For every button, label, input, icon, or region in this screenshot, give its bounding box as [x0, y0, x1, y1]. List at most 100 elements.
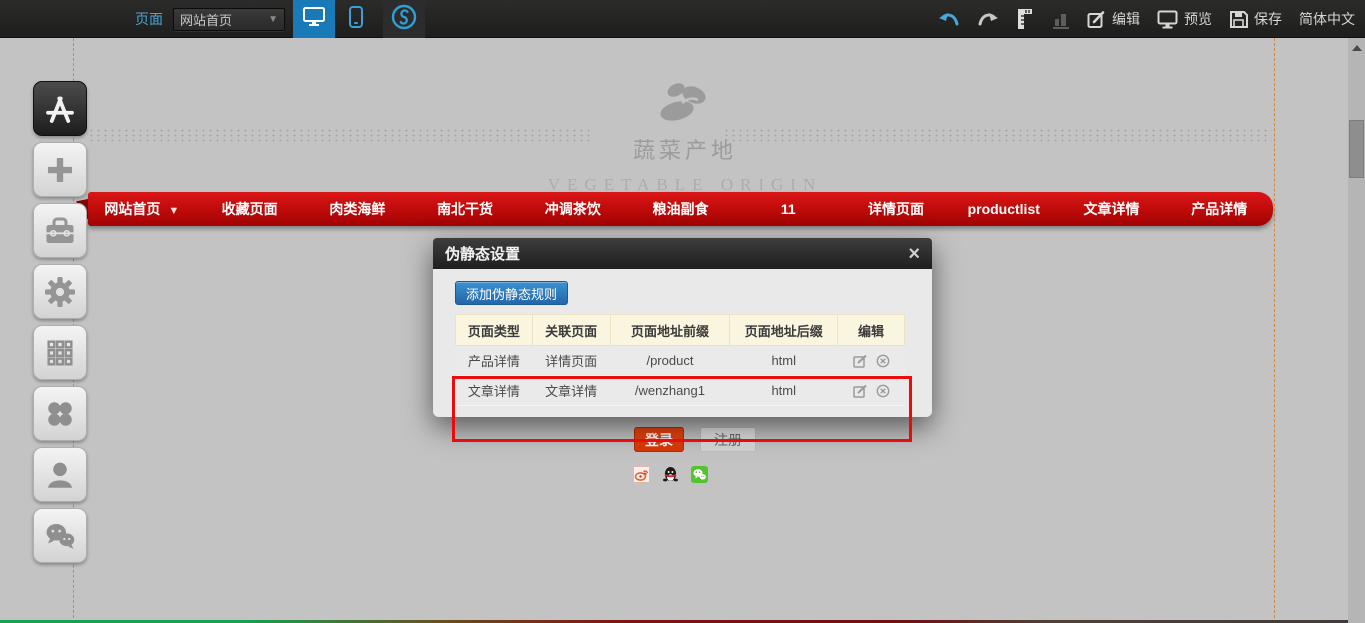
edit-row-icon[interactable]: [853, 354, 867, 368]
col-url-prefix: 页面地址前缀: [610, 315, 730, 346]
top-toolbar: 页面 网站首页 ▼: [0, 0, 1365, 38]
nav-item-product-detail[interactable]: 产品详情: [1165, 199, 1273, 219]
cell-page-type: 产品详情: [456, 346, 533, 376]
edit-icon: [1087, 10, 1106, 29]
nav-item-productlist[interactable]: productlist: [950, 201, 1058, 217]
toolbar-left-group: 页面 网站首页 ▼: [135, 0, 425, 38]
scrollbar-thumb[interactable]: [1349, 120, 1364, 178]
redo-icon: [977, 11, 998, 27]
social-login-row: [633, 466, 708, 483]
chevron-down-icon: ▼: [168, 205, 179, 217]
col-page-type: 页面类型: [456, 315, 533, 346]
sidebar-item-wechat[interactable]: [33, 508, 87, 563]
dialog-title: 伪静态设置: [445, 243, 908, 264]
page-selector-dropdown[interactable]: 网站首页 ▼: [173, 8, 285, 31]
mobile-view-button[interactable]: [335, 0, 377, 38]
dialog-body: 添加伪静态规则 页面类型 关联页面 页面地址前缀 页面地址后缀 编辑 产品详情 …: [433, 269, 932, 417]
language-switcher[interactable]: 简体中文: [1299, 9, 1355, 29]
sidebar-item-settings[interactable]: [33, 264, 87, 319]
nav-item-meat-seafood[interactable]: 肉类海鲜: [303, 199, 411, 219]
app-view-button[interactable]: [383, 0, 425, 38]
chat-bubbles-icon: [42, 520, 78, 552]
nav-item-grain-oil[interactable]: 粮油副食: [627, 199, 735, 219]
guide-line-right: [1274, 38, 1275, 623]
sidebar-item-toolbox[interactable]: [33, 203, 87, 258]
editor-sidebar: [33, 81, 87, 569]
toolbar-right-group: 编辑 预览 保存 简体中文: [939, 0, 1355, 38]
chevron-down-icon: ▼: [268, 14, 278, 25]
nav-item-favorites[interactable]: 收藏页面: [196, 199, 304, 219]
grid-icon: [43, 336, 77, 370]
nav-item-detail-page[interactable]: 详情页面: [842, 199, 950, 219]
cell-page-type: 文章详情: [456, 376, 533, 406]
undo-icon: [939, 11, 960, 27]
login-register-group: 登录 注册: [634, 427, 756, 452]
add-rule-button[interactable]: 添加伪静态规则: [455, 281, 568, 305]
edit-label: 编辑: [1112, 9, 1140, 29]
preview-button[interactable]: 预览: [1157, 9, 1212, 29]
undo-button[interactable]: [939, 11, 960, 27]
ruler-icon: [1015, 8, 1035, 30]
cell-url-prefix: /wenzhang1: [610, 376, 730, 406]
save-label: 保存: [1254, 9, 1282, 29]
register-button[interactable]: 注册: [700, 427, 756, 452]
delete-row-icon[interactable]: [876, 384, 890, 398]
stats-button[interactable]: [1052, 10, 1070, 29]
gear-icon: [42, 274, 78, 310]
table-header-row: 页面类型 关联页面 页面地址前缀 页面地址后缀 编辑: [456, 315, 905, 346]
dialog-header[interactable]: 伪静态设置 ×: [433, 238, 932, 269]
user-icon: [43, 458, 77, 492]
vertical-scrollbar[interactable]: [1348, 38, 1365, 623]
app-studio-icon: [42, 92, 78, 126]
table-row: 产品详情 详情页面 /product html: [456, 346, 905, 376]
dotted-divider-left: [88, 128, 593, 142]
vegetable-logo-icon: [653, 111, 717, 128]
wechat-icon[interactable]: [691, 466, 708, 483]
sidebar-item-add[interactable]: [33, 142, 87, 197]
weibo-icon[interactable]: [633, 466, 650, 483]
column-chart-icon: [1052, 10, 1070, 29]
app-circle-icon: [391, 4, 417, 35]
cell-linked-page: 文章详情: [532, 376, 610, 406]
plus-icon: [43, 153, 77, 187]
preview-label: 预览: [1184, 9, 1212, 29]
sidebar-item-app-studio[interactable]: [33, 81, 87, 136]
delete-row-icon[interactable]: [876, 354, 890, 368]
col-url-suffix: 页面地址后缀: [730, 315, 838, 346]
save-button[interactable]: 保存: [1229, 9, 1282, 29]
main-nav: 网站首页▼ 收藏页面 肉类海鲜 南北干货 冲调茶饮 粮油副食 11 详情页面 p…: [88, 192, 1273, 226]
ruler-button[interactable]: [1015, 8, 1035, 30]
cell-url-prefix: /product: [610, 346, 730, 376]
logo-title: 蔬菜产地: [545, 133, 825, 165]
col-linked-page: 关联页面: [532, 315, 610, 346]
close-icon[interactable]: ×: [908, 244, 920, 264]
toolbox-icon: [42, 214, 78, 248]
sidebar-item-modules[interactable]: [33, 325, 87, 380]
cell-url-suffix: html: [730, 346, 838, 376]
nav-item-dry-goods[interactable]: 南北干货: [411, 199, 519, 219]
nav-item-tea-drinks[interactable]: 冲调茶饮: [519, 199, 627, 219]
qq-icon[interactable]: [662, 466, 679, 483]
table-row: 文章详情 文章详情 /wenzhang1 html: [456, 376, 905, 406]
language-label: 简体中文: [1299, 9, 1355, 29]
redo-button[interactable]: [977, 11, 998, 27]
edit-button[interactable]: 编辑: [1087, 9, 1140, 29]
nav-item-home[interactable]: 网站首页▼: [88, 199, 196, 219]
cell-url-suffix: html: [730, 376, 838, 406]
desktop-view-button[interactable]: [293, 0, 335, 38]
cell-linked-page: 详情页面: [532, 346, 610, 376]
login-button[interactable]: 登录: [634, 427, 684, 452]
scroll-up-icon[interactable]: [1352, 45, 1362, 51]
nav-item-article-detail[interactable]: 文章详情: [1058, 199, 1166, 219]
edit-row-icon[interactable]: [853, 384, 867, 398]
rules-table: 页面类型 关联页面 页面地址前缀 页面地址后缀 编辑 产品详情 详情页面 /pr…: [455, 314, 905, 406]
clover-icon: [43, 397, 77, 431]
desktop-icon: [303, 7, 325, 32]
sidebar-item-members[interactable]: [33, 447, 87, 502]
col-edit: 编辑: [838, 315, 905, 346]
nav-item-11[interactable]: 11: [734, 201, 842, 217]
pseudo-static-settings-dialog: 伪静态设置 × 添加伪静态规则 页面类型 关联页面 页面地址前缀 页面地址后缀 …: [433, 238, 932, 417]
mobile-icon: [349, 6, 363, 33]
sidebar-item-plugins[interactable]: [33, 386, 87, 441]
page-label: 页面: [135, 9, 163, 29]
